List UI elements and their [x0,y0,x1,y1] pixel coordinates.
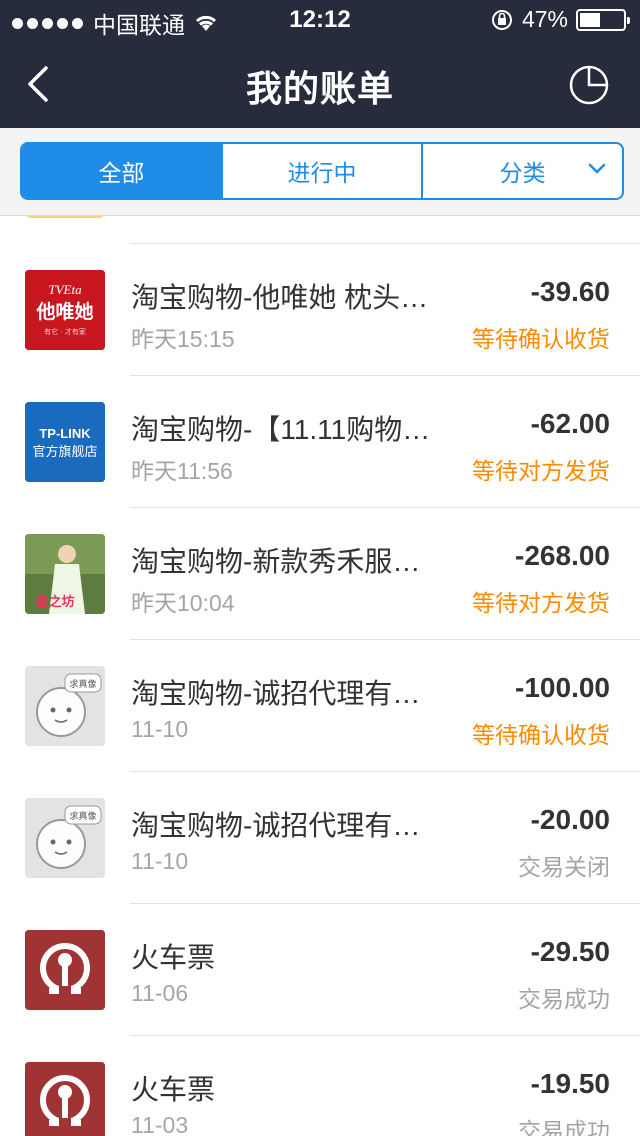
bill-date: 昨天10:04 [131,590,235,616]
page-title: 我的账单 [245,68,394,109]
bill-amount: -62.00 [530,408,610,439]
bill-status: 等待对方发货 [472,590,610,616]
bill-date: 11-10 [131,716,189,742]
bill-title: 淘宝购物-【11.11购物… [131,414,431,445]
bill-item[interactable]: 火车票 11-03 -19.50 交易成功 [0,1036,640,1136]
tplink-logo-icon: TP-LINK 官方旗舰店 [25,402,105,482]
app-header: 中国联通 12:12 47% 我的账单 [0,0,640,128]
svg-text:他唯她: 他唯她 [35,300,93,323]
svg-text:求真像: 求真像 [69,678,96,690]
railway-logo-icon [25,1062,105,1136]
tab-in-progress[interactable]: 进行中 [223,144,424,198]
bill-list[interactable]: TVEta 他唯她 有它 · 才有家 淘宝购物-他唯她 枕头… 昨天15:15 … [0,216,640,1136]
svg-text:TVEta: TVEta [48,282,82,297]
pie-chart-icon[interactable] [568,64,610,106]
chevron-down-icon [588,163,606,174]
bill-amount: -19.50 [530,1068,610,1099]
bill-amount: -20.00 [530,804,610,835]
bill-status: 等待确认收货 [472,722,610,748]
bill-title: 淘宝购物-他唯她 枕头… [131,282,429,313]
svg-text:官方旗舰店: 官方旗舰店 [32,444,97,460]
status-bar: 中国联通 12:12 47% [0,0,640,40]
bill-status: 交易成功 [518,1118,610,1136]
bill-status: 交易成功 [518,986,610,1012]
bill-status: 等待对方发货 [472,458,610,484]
bill-item[interactable]: 求真像 淘宝购物-诚招代理有… 11-10 -100.00 等待确认收货 [0,640,640,772]
bill-amount: -100.00 [515,672,610,703]
bill-item[interactable]: 求真像 淘宝购物-诚招代理有… 11-10 -20.00 交易关闭 [0,772,640,904]
svg-text:TP-LINK: TP-LINK [39,426,91,441]
bill-amount: -268.00 [515,540,610,571]
bill-item[interactable]: TVEta 他唯她 有它 · 才有家 淘宝购物-他唯她 枕头… 昨天15:15 … [0,244,640,376]
bill-title: 火车票 [131,942,216,973]
bill-date: 11-06 [131,980,189,1006]
bill-date: 昨天11:56 [131,458,233,484]
default-avatar-icon: 求真像 [25,666,105,746]
bill-date: 11-03 [131,1112,189,1136]
tab-label: 分类 [499,160,546,186]
bill-item[interactable]: 火车票 11-06 -29.50 交易成功 [0,904,640,1036]
svg-text:求真像: 求真像 [69,810,96,822]
bill-title: 火车票 [131,1074,216,1105]
bill-amount: -39.60 [530,276,610,307]
railway-logo-icon [25,930,105,1010]
bill-title: 淘宝购物-诚招代理有… [131,678,421,709]
tab-label: 进行中 [287,160,357,186]
battery-percent: 47% [521,6,568,32]
product-photo-icon: 喜之坊 [25,534,105,614]
svg-text:有它 · 才有家: 有它 · 才有家 [44,327,86,336]
battery-icon [576,8,630,31]
tveta-logo-icon: TVEta 他唯她 有它 · 才有家 [25,270,105,350]
default-avatar-icon: 求真像 [25,798,105,878]
bill-item[interactable]: TP-LINK 官方旗舰店 淘宝购物-【11.11购物… 昨天11:56 -62… [0,376,640,508]
tab-label: 全部 [98,160,145,186]
bill-status: 等待确认收货 [472,326,610,352]
bill-title: 淘宝购物-诚招代理有… [131,810,421,841]
bill-amount: -29.50 [530,936,610,967]
bill-date: 昨天15:15 [131,326,235,352]
segmented-control: 全部 进行中 分类 [20,142,624,200]
bill-status: 交易关闭 [518,854,610,880]
bill-title: 淘宝购物-新款秀禾服… [131,546,421,577]
svg-text:喜之坊: 喜之坊 [35,594,74,610]
bill-date: 11-10 [131,848,189,874]
battery-info: 47% [490,6,630,33]
rotation-lock-icon [491,9,512,30]
partial-item-thumbnail [25,216,105,218]
tab-category[interactable]: 分类 [423,144,622,198]
nav-bar: 我的账单 [0,40,640,128]
tab-all[interactable]: 全部 [22,144,223,198]
bill-item[interactable]: 喜之坊 淘宝购物-新款秀禾服… 昨天10:04 -268.00 等待对方发货 [0,508,640,640]
filter-bar: 全部 进行中 分类 [0,128,640,216]
